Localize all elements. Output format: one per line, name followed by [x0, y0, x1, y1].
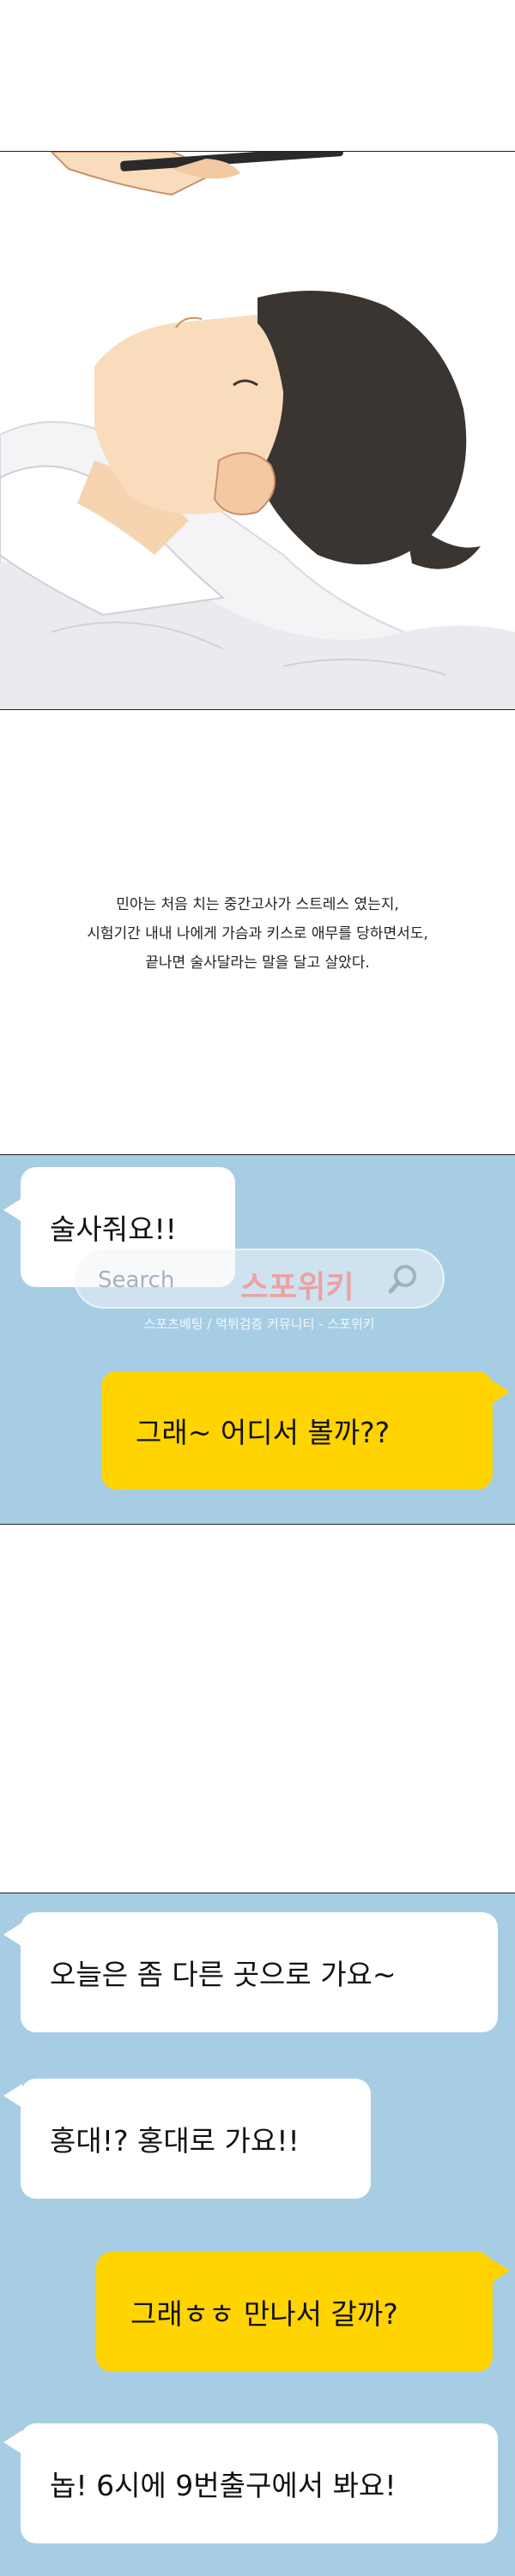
caption-line: 시험기간 내내 나에게 가슴과 키스로 애무를 당하면서도,	[87, 925, 428, 942]
watermark-search-box: Search 스포위키	[74, 1249, 445, 1309]
watermark-subtitle: 스포츠베팅 / 먹튀검증 커뮤니티 - 스포위키	[143, 1316, 375, 1332]
bubble-tail	[491, 1380, 510, 1404]
bubble-tail	[3, 2084, 22, 2108]
chat-panel-2: 오늘은 좀 다른 곳으로 가요~ 홍대!? 홍대로 가요!! 그래ㅎㅎ 만나서 …	[0, 1893, 515, 2576]
narration-caption: 민아는 처음 치는 중간고사가 스트레스 였는지, 시험기간 내내 나에게 가슴…	[0, 890, 515, 978]
message-text: 그래~ 어디서 볼까??	[136, 1416, 391, 1449]
outgoing-message-bubble: 그래ㅎㅎ 만나서 갈까?	[96, 2252, 493, 2372]
search-icon	[386, 1262, 421, 1300]
bubble-tail	[3, 2430, 22, 2454]
bubble-tail	[3, 1198, 22, 1222]
man-lying-illustration	[0, 152, 515, 709]
message-text: 오늘은 좀 다른 곳으로 가요~	[50, 1958, 397, 1991]
search-placeholder: Search	[98, 1267, 175, 1293]
outgoing-message-bubble: 그래~ 어디서 볼까??	[101, 1371, 493, 1490]
bubble-tail	[3, 1923, 22, 1947]
watermark-brand: 스포위키	[240, 1270, 354, 1305]
caption-line: 민아는 처음 치는 중간고사가 스트레스 였는지,	[116, 896, 399, 913]
bubble-tail	[491, 2259, 510, 2283]
incoming-message-bubble: 오늘은 좀 다른 곳으로 가요~	[21, 1912, 498, 2032]
incoming-message-bubble: 홍대!? 홍대로 가요!!	[21, 2079, 371, 2199]
message-text: 그래ㅎㅎ 만나서 갈까?	[130, 2297, 398, 2331]
message-text: 홍대!? 홍대로 가요!!	[50, 2124, 300, 2158]
comic-panel-illustration	[0, 151, 515, 710]
chat-panel-1: 술사줘요!! 그래~ 어디서 볼까??	[0, 1154, 515, 1525]
message-text: 술사줘요!!	[50, 1213, 177, 1246]
message-text: 놉! 6시에 9번출구에서 봐요!	[50, 2469, 397, 2502]
incoming-message-bubble: 놉! 6시에 9번출구에서 봐요!	[21, 2423, 498, 2543]
caption-line: 끝나면 술사달라는 말을 달고 살았다.	[145, 954, 370, 972]
